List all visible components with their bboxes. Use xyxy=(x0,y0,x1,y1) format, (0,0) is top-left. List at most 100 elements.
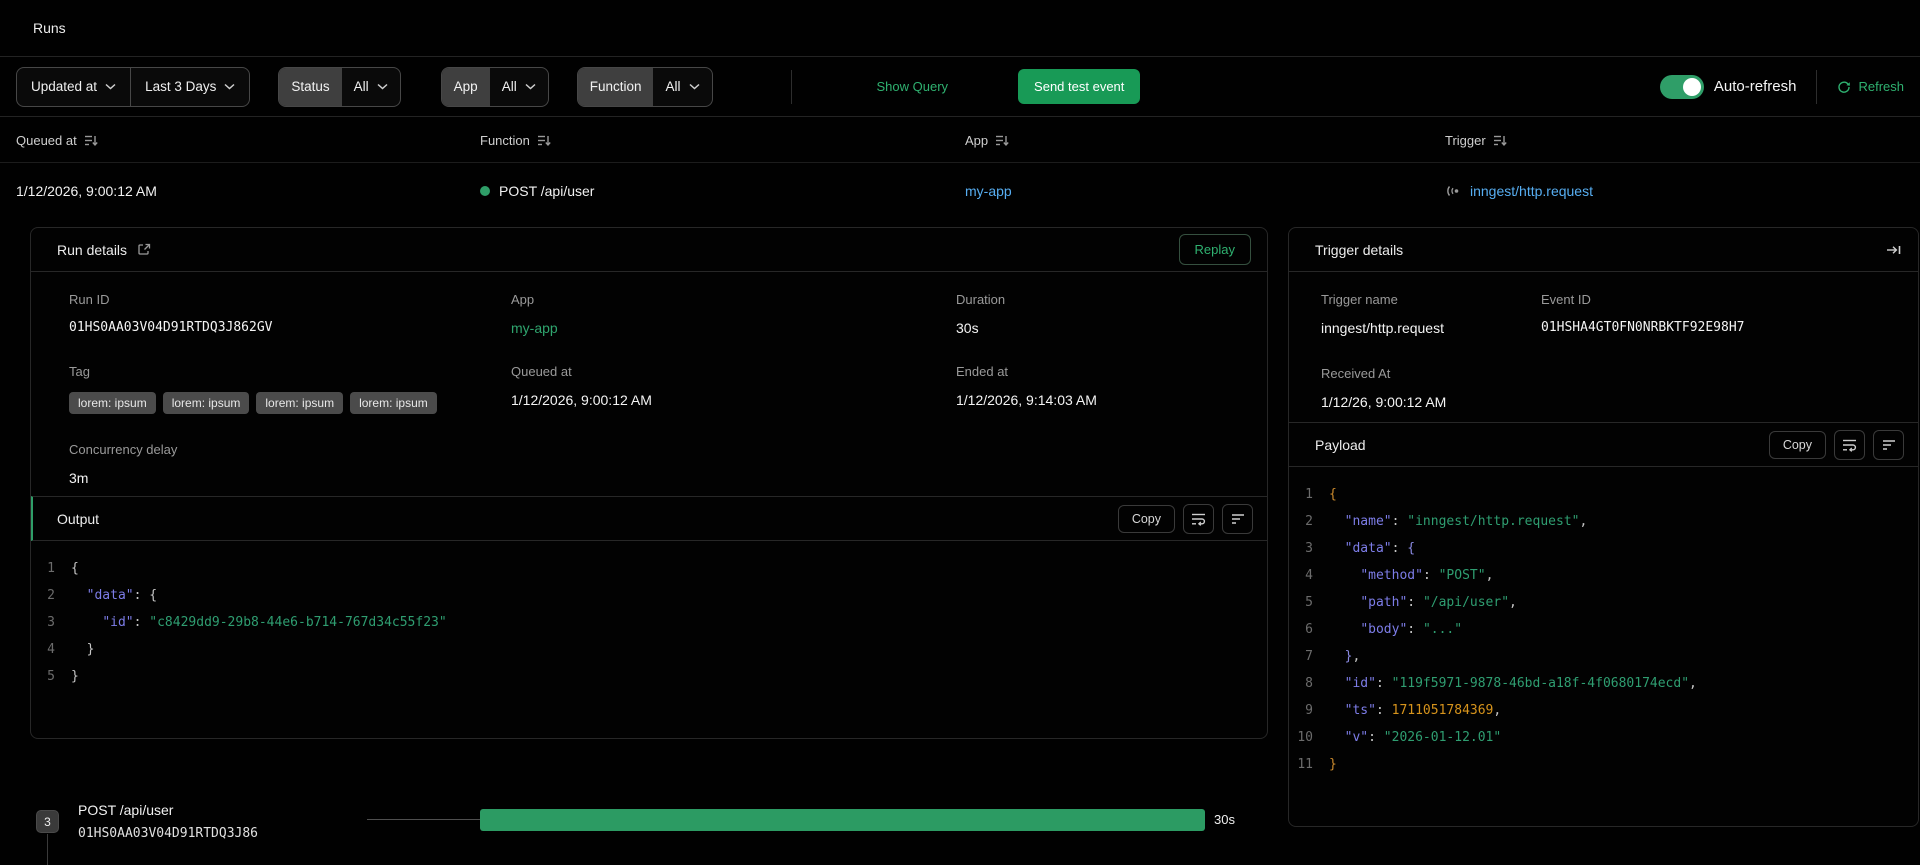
column-header-app[interactable]: App xyxy=(965,117,1009,163)
payload-wrap-text-button[interactable] xyxy=(1834,429,1865,460)
status-filter-group: Status All xyxy=(278,66,401,107)
tag-badge: lorem: ipsum xyxy=(350,392,437,414)
queued-at-value: 1/12/2026, 9:00:12 AM xyxy=(511,392,652,408)
status-filter-label: Status xyxy=(279,67,342,106)
auto-refresh-toggle[interactable] xyxy=(1659,74,1704,99)
output-copy-button[interactable]: Copy xyxy=(1117,504,1175,533)
trigger-details-title: Trigger details xyxy=(1315,241,1404,258)
output-code[interactable]: 1 { 2 "data": { 3 "id": "c8429dd9-29b8-4… xyxy=(31,541,1267,738)
run-details-header: Run details Replay xyxy=(31,228,1267,272)
run-row-function-label: POST /api/user xyxy=(499,183,595,199)
trigger-name-value: inngest/http.request xyxy=(1321,320,1444,336)
tag-badge: lorem: ipsum xyxy=(162,392,250,414)
payload-align-left-button[interactable] xyxy=(1873,429,1904,460)
code-text: "name": "inngest/http.request", xyxy=(1344,514,1588,529)
sort-icon xyxy=(84,134,98,147)
app-value-link[interactable]: my-app xyxy=(511,320,956,336)
show-query-link[interactable]: Show Query xyxy=(877,79,949,94)
line-number: 3 xyxy=(1305,541,1313,556)
line-number: 6 xyxy=(1305,622,1313,637)
line-number: 3 xyxy=(47,615,55,630)
chevron-down-icon xyxy=(105,83,116,90)
app-filter-value: All xyxy=(501,79,517,94)
code-text: }, xyxy=(1329,649,1361,664)
line-number: 1 xyxy=(1305,487,1313,502)
trigger-pulse-icon xyxy=(1445,184,1461,198)
time-range-value: Last 3 Days xyxy=(145,79,217,94)
filter-bar: Updated at Last 3 Days Status All App Al… xyxy=(0,57,1920,117)
sort-field-dropdown[interactable]: Updated at xyxy=(17,68,130,106)
app-filter-label: App xyxy=(441,67,490,106)
line-number: 4 xyxy=(47,642,55,657)
page-title: Runs xyxy=(33,20,66,36)
column-label: App xyxy=(965,132,989,148)
output-wrap-text-button[interactable] xyxy=(1183,503,1214,534)
chevron-down-icon xyxy=(525,83,536,90)
code-line: 5 } xyxy=(31,663,1267,690)
payload-copy-button[interactable]: Copy xyxy=(1768,430,1826,459)
refresh-button[interactable]: Refresh xyxy=(1837,79,1904,94)
received-at-value: 1/12/26, 9:00:12 AM xyxy=(1321,394,1447,410)
tag-badge: lorem: ipsum xyxy=(256,392,344,414)
run-row-app-link[interactable]: my-app xyxy=(965,163,1012,219)
filter-divider xyxy=(790,69,792,104)
run-timeline: 3 POST /api/user 01HS0AA03V04D91RTDQ3J86… xyxy=(0,772,1280,865)
run-row-trigger[interactable]: inngest/http.request xyxy=(1445,163,1593,219)
status-filter-dropdown[interactable]: All xyxy=(342,68,400,106)
app-filter-dropdown[interactable]: All xyxy=(490,68,548,106)
code-text: } xyxy=(71,669,79,684)
received-at-label: Received At xyxy=(1321,366,1391,381)
code-line: 9 "ts": 1711051784369, xyxy=(1289,697,1918,724)
output-title: Output xyxy=(57,510,100,527)
line-number: 9 xyxy=(1305,703,1313,718)
external-link-icon[interactable] xyxy=(137,242,152,257)
step-count-badge[interactable]: 3 xyxy=(36,810,59,833)
code-text: "path": "/api/user", xyxy=(1360,595,1517,610)
column-header-queued-at[interactable]: Queued at xyxy=(16,117,98,163)
chevron-down-icon xyxy=(377,83,388,90)
run-row[interactable]: 1/12/2026, 9:00:12 AM POST /api/user my-… xyxy=(0,163,1920,219)
timeline-duration-bar[interactable] xyxy=(480,809,1205,831)
code-text: { xyxy=(1329,487,1337,502)
line-number: 8 xyxy=(1305,676,1313,691)
code-text: } xyxy=(71,642,95,657)
run-details-panel: Run details Replay Run ID 01HS0AA03V04D9… xyxy=(30,227,1268,739)
column-header-trigger[interactable]: Trigger xyxy=(1445,117,1507,163)
column-label: Function xyxy=(480,132,530,148)
tag-label: Tag xyxy=(69,364,90,379)
app-filter-group: App All xyxy=(440,66,549,107)
send-test-event-button[interactable]: Send test event xyxy=(1018,69,1141,104)
timeline-step-name: POST /api/user xyxy=(78,802,174,818)
code-line: 4 } xyxy=(31,636,1267,663)
tag-badge: lorem: ipsum xyxy=(69,392,156,414)
column-header-function[interactable]: Function xyxy=(480,117,551,163)
concurrency-delay-value: 3m xyxy=(69,470,89,486)
run-row-trigger-link[interactable]: inngest/http.request xyxy=(1470,183,1593,199)
payload-code[interactable]: 1 { 2 "name": "inngest/http.request", 3 … xyxy=(1289,467,1918,826)
replay-button[interactable]: Replay xyxy=(1178,234,1251,265)
output-align-left-button[interactable] xyxy=(1222,503,1253,534)
code-text: "body": "..." xyxy=(1360,622,1463,637)
trigger-details-panel: Trigger details Trigger name inngest/htt… xyxy=(1288,227,1919,827)
code-line: 7 }, xyxy=(1289,643,1918,670)
code-line: 1 { xyxy=(1289,481,1918,508)
payload-header: Payload Copy xyxy=(1289,422,1918,467)
timeline-connector-vertical xyxy=(47,834,48,865)
run-id-value: 01HS0AA03V04D91RTDQ3J862GV xyxy=(69,320,273,335)
run-details-title: Run details xyxy=(57,241,128,258)
run-row-function: POST /api/user xyxy=(480,163,594,219)
run-id-label: Run ID xyxy=(69,292,110,307)
line-number: 1 xyxy=(47,561,55,576)
refresh-icon xyxy=(1837,80,1851,94)
line-number: 5 xyxy=(1305,595,1313,610)
collapse-panel-icon[interactable] xyxy=(1886,243,1902,257)
app-label: App xyxy=(511,292,535,307)
runs-table-header: Queued at Function App Trigger xyxy=(0,117,1920,163)
sort-icon xyxy=(537,134,551,147)
time-range-dropdown[interactable]: Last 3 Days xyxy=(130,67,249,106)
refresh-label: Refresh xyxy=(1858,79,1904,94)
function-filter-dropdown[interactable]: All xyxy=(653,68,711,106)
code-line: 6 "body": "..." xyxy=(1289,616,1918,643)
code-line: 10 "v": "2026-01-12.01" xyxy=(1289,724,1918,751)
ended-at-label: Ended at xyxy=(956,364,1009,379)
